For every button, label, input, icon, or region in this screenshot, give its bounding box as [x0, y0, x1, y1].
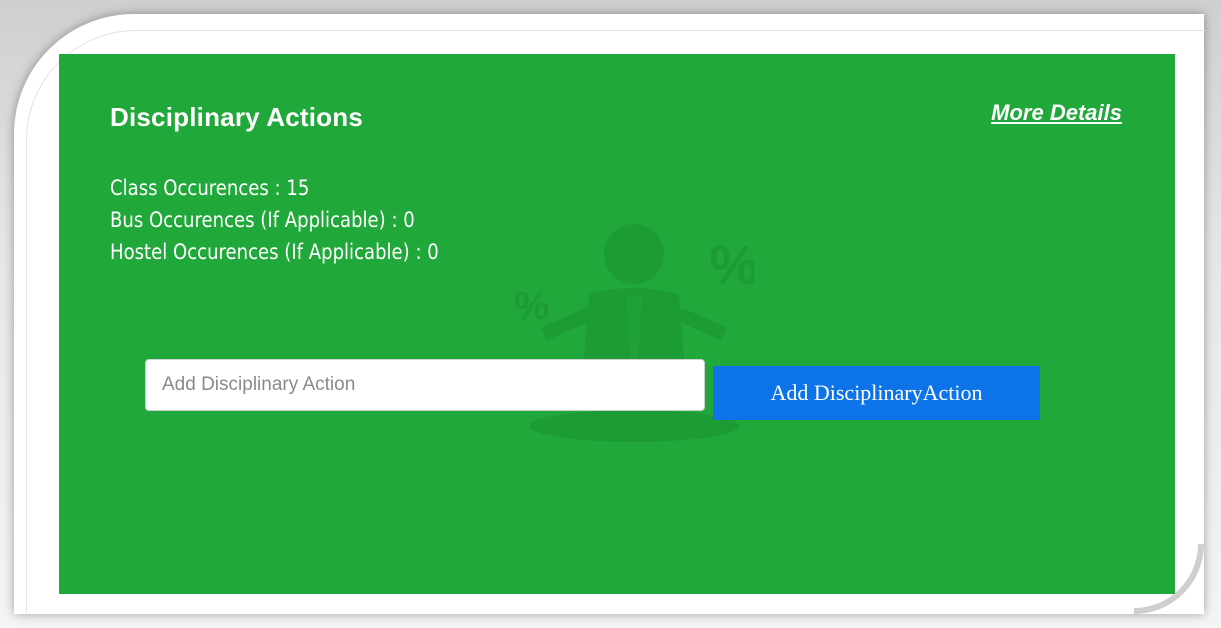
add-disciplinary-action-button[interactable]: Add DisciplinaryAction: [713, 366, 1040, 420]
disciplinary-action-input[interactable]: [145, 359, 705, 411]
class-occurrences-stat: Class Occurences : 15: [110, 176, 310, 200]
bus-occurrences-stat: Bus Occurences (If Applicable) : 0: [110, 208, 415, 232]
screenshot-frame: % % Disciplinary Actions More Details Cl…: [0, 0, 1221, 628]
svg-text:%: %: [709, 233, 754, 296]
disciplinary-actions-card: % % Disciplinary Actions More Details Cl…: [59, 54, 1175, 594]
hostel-occurrences-stat: Hostel Occurences (If Applicable) : 0: [110, 240, 439, 264]
occurrence-stats: Class Occurences : 15 Bus Occurences (If…: [110, 172, 439, 268]
card-title: Disciplinary Actions: [110, 102, 363, 132]
more-details-link[interactable]: More Details: [991, 100, 1122, 126]
svg-text:%: %: [514, 284, 550, 328]
